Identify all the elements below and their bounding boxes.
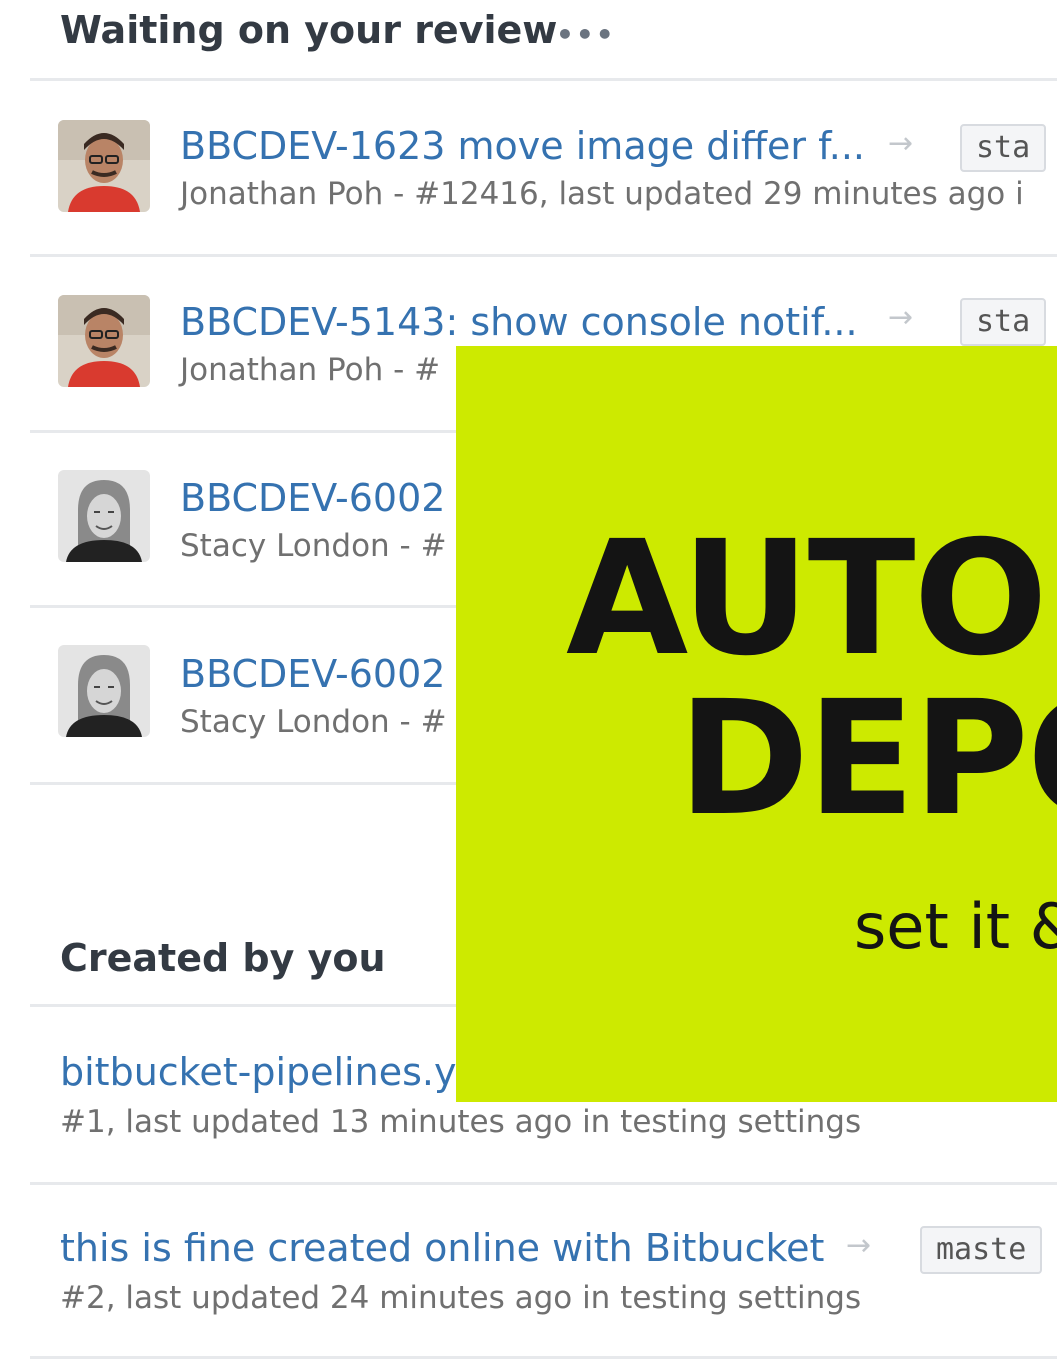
pr-meta: Jonathan Poh - #12416, last updated 29 m… xyxy=(180,176,1024,212)
promo-overlay: AUTOM DEPO set it & xyxy=(456,346,1057,1102)
avatar[interactable] xyxy=(58,120,150,212)
arrow-right-icon: → xyxy=(888,300,914,335)
pr-meta: Stacy London - # xyxy=(180,704,447,740)
avatar[interactable] xyxy=(58,295,150,387)
avatar-photo xyxy=(58,470,150,562)
avatar[interactable] xyxy=(58,645,150,737)
avatar-photo xyxy=(58,295,150,387)
pr-title-link[interactable]: this is fine created online with Bitbuck… xyxy=(60,1226,824,1270)
target-branch-badge: maste xyxy=(920,1226,1043,1274)
pr-meta: Jonathan Poh - # xyxy=(180,352,441,388)
promo-tagline: set it & xyxy=(854,890,1057,963)
divider xyxy=(30,254,1057,257)
divider xyxy=(30,78,1057,81)
avatar-photo xyxy=(58,645,150,737)
target-branch-badge: sta xyxy=(960,298,1047,346)
divider xyxy=(30,1182,1057,1185)
avatar-photo xyxy=(58,120,150,212)
more-options-icon[interactable]: ••• xyxy=(556,18,616,51)
arrow-right-icon: → xyxy=(888,126,914,161)
avatar[interactable] xyxy=(58,470,150,562)
divider xyxy=(30,1356,1057,1359)
promo-headline-line1: AUTOM xyxy=(566,507,1057,691)
pr-title-link[interactable]: bitbucket-pipelines.y xyxy=(60,1050,456,1094)
pr-title-link[interactable]: BBCDEV-5143: show console notif... xyxy=(180,300,858,344)
arrow-right-icon: → xyxy=(846,1228,872,1263)
pull-requests-dashboard: Waiting on your review ••• BBCDEV-1623 m… xyxy=(0,0,1057,1362)
pr-meta: #1, last updated 13 minutes ago in testi… xyxy=(60,1104,862,1140)
pr-meta: Stacy London - # xyxy=(180,528,447,564)
pr-title-link[interactable]: BBCDEV-1623 move image differ f... xyxy=(180,124,865,168)
created-section-title: Created by you xyxy=(60,936,386,980)
pr-title-link[interactable]: BBCDEV-6002 xyxy=(180,476,445,520)
target-branch-badge: sta xyxy=(960,124,1047,172)
pr-meta: #2, last updated 24 minutes ago in testi… xyxy=(60,1280,862,1316)
waiting-section-title: Waiting on your review xyxy=(60,8,558,52)
pr-title-link[interactable]: BBCDEV-6002 xyxy=(180,652,445,696)
promo-headline-line2: DEPO xyxy=(678,667,1057,851)
